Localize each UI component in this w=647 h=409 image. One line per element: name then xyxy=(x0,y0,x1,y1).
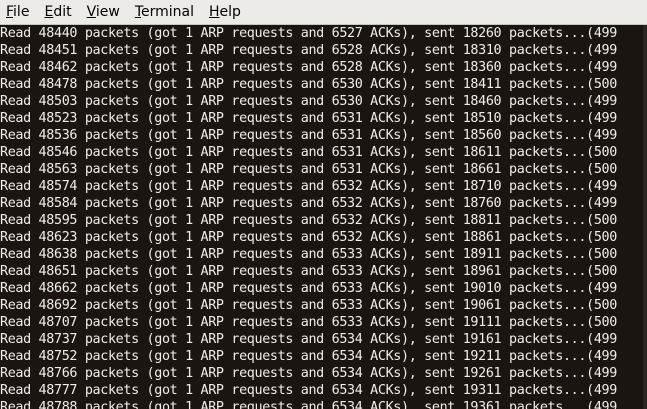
menu-terminal-label: erminal xyxy=(141,4,194,20)
menu-file-label: ile xyxy=(13,4,30,20)
terminal-line: Read 48623 packets (got 1 ARP requests a… xyxy=(0,230,617,245)
terminal-line: Read 48662 packets (got 1 ARP requests a… xyxy=(0,281,617,296)
terminal-line: Read 48546 packets (got 1 ARP requests a… xyxy=(0,145,617,160)
terminal-line: Read 48503 packets (got 1 ARP requests a… xyxy=(0,94,617,109)
terminal-line: Read 48638 packets (got 1 ARP requests a… xyxy=(0,247,617,262)
menu-edit-mnemonic: E xyxy=(44,4,54,20)
menu-help-mnemonic: H xyxy=(209,4,220,20)
terminal-line: Read 48651 packets (got 1 ARP requests a… xyxy=(0,264,617,279)
terminal-line: Read 48451 packets (got 1 ARP requests a… xyxy=(0,43,617,58)
menu-terminal[interactable]: Terminal xyxy=(128,0,202,24)
menu-help[interactable]: Help xyxy=(202,0,249,24)
terminal-line: Read 48737 packets (got 1 ARP requests a… xyxy=(0,332,617,347)
terminal-line: Read 48692 packets (got 1 ARP requests a… xyxy=(0,298,617,313)
menu-edit[interactable]: Edit xyxy=(37,0,79,24)
menu-file-mnemonic: F xyxy=(6,4,14,20)
terminal-line: Read 48462 packets (got 1 ARP requests a… xyxy=(0,60,617,75)
terminal-line: Read 48595 packets (got 1 ARP requests a… xyxy=(0,213,617,228)
terminal-scrollbar[interactable] xyxy=(643,25,647,409)
menu-help-label: elp xyxy=(219,4,241,20)
terminal-line: Read 48478 packets (got 1 ARP requests a… xyxy=(0,77,617,92)
menu-file[interactable]: File xyxy=(0,0,37,24)
terminal-window: File Edit View Terminal Help Read 48440 … xyxy=(0,0,647,409)
terminal-line: Read 48440 packets (got 1 ARP requests a… xyxy=(0,26,617,41)
terminal-line: Read 48563 packets (got 1 ARP requests a… xyxy=(0,162,617,177)
terminal-line: Read 48752 packets (got 1 ARP requests a… xyxy=(0,349,617,364)
menu-view-label: iew xyxy=(95,4,120,20)
terminal-line: Read 48707 packets (got 1 ARP requests a… xyxy=(0,315,617,330)
terminal-line: Read 48766 packets (got 1 ARP requests a… xyxy=(0,366,617,381)
terminal-line: Read 48788 packets (got 1 ARP requests a… xyxy=(0,400,617,409)
terminal-output[interactable]: Read 48440 packets (got 1 ARP requests a… xyxy=(0,25,647,409)
menu-view-mnemonic: V xyxy=(86,4,96,20)
menu-bar: File Edit View Terminal Help xyxy=(0,0,647,25)
terminal-line: Read 48777 packets (got 1 ARP requests a… xyxy=(0,383,617,398)
menu-view[interactable]: View xyxy=(80,0,128,24)
terminal-line: Read 48536 packets (got 1 ARP requests a… xyxy=(0,128,617,143)
terminal-line: Read 48523 packets (got 1 ARP requests a… xyxy=(0,111,617,126)
menu-edit-label: dit xyxy=(53,4,72,20)
terminal-line: Read 48584 packets (got 1 ARP requests a… xyxy=(0,196,617,211)
terminal-line: Read 48574 packets (got 1 ARP requests a… xyxy=(0,179,617,194)
